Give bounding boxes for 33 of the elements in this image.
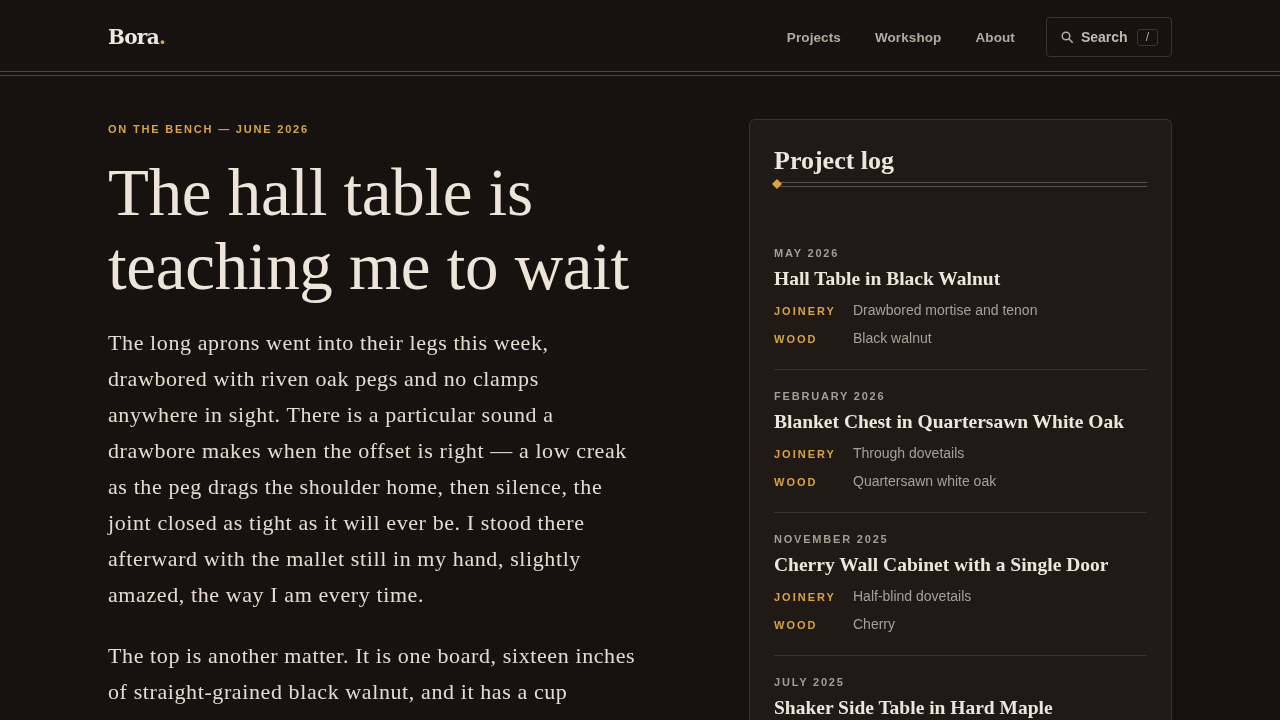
detail-value: Quartersawn white oak <box>853 472 997 491</box>
entry-date: MAY 2026 <box>774 246 841 261</box>
entry-title: Cherry Wall Cabinet with a Single Door <box>774 553 1110 577</box>
detail-label: WOOD <box>774 332 819 347</box>
panel-title: Project log <box>774 145 896 177</box>
detail-value: Through dovetails <box>853 444 965 463</box>
detail-value: Drawbored mortise and tenon <box>853 301 1038 320</box>
entry-title: Shaker Side Table in Hard Maple <box>774 696 1054 720</box>
nav-link[interactable]: Workshop <box>874 29 942 45</box>
site-logo[interactable]: Bora. <box>108 25 166 49</box>
entry-date: JULY 2025 <box>774 675 846 690</box>
article-paragraph: The long aprons went into their legs this week, drawbored with riven oak pegs and no clamps anywhere in sight. There is a particular sound a drawbore makes when the offset is right — a low creak as the peg drags the shoulder home, then silence, the joint closed as tight as it will ever be. I stood there afterward with the mallet still in my hand, slightly amazed, the way I am every time. <box>108 329 628 609</box>
detail-label: JOINERY <box>774 304 837 319</box>
article-title: The hall table is teaching me to wait <box>108 155 630 303</box>
entry-title: Hall Table in Black Walnut <box>774 267 1002 291</box>
detail-value: Black walnut <box>853 329 932 348</box>
entry-date: NOVEMBER 2025 <box>774 532 890 547</box>
detail-value: Half-blind dovetails <box>853 587 972 606</box>
entry-date: FEBRUARY 2026 <box>774 389 887 404</box>
article-kicker: ON THE BENCH — JUNE 2026 <box>108 122 310 137</box>
article-paragraph: The top is another matter. It is one board, sixteen inches of straight-grained black walnut, and it has a cup <box>108 642 637 706</box>
diamond-icon <box>772 179 782 189</box>
detail-value: Cherry <box>853 615 895 634</box>
nav-link[interactable]: About <box>975 29 1015 45</box>
nav-link[interactable]: Projects <box>786 29 841 45</box>
search-button[interactable]: Search / <box>1045 17 1172 57</box>
shortcut-key: / <box>1136 28 1158 46</box>
detail-label: WOOD <box>774 475 819 490</box>
detail-label: WOOD <box>774 618 819 633</box>
detail-label: JOINERY <box>774 590 837 605</box>
search-icon <box>1060 31 1073 43</box>
detail-label: JOINERY <box>774 447 837 462</box>
entry-title: Blanket Chest in Quartersawn White Oak <box>774 410 1126 434</box>
